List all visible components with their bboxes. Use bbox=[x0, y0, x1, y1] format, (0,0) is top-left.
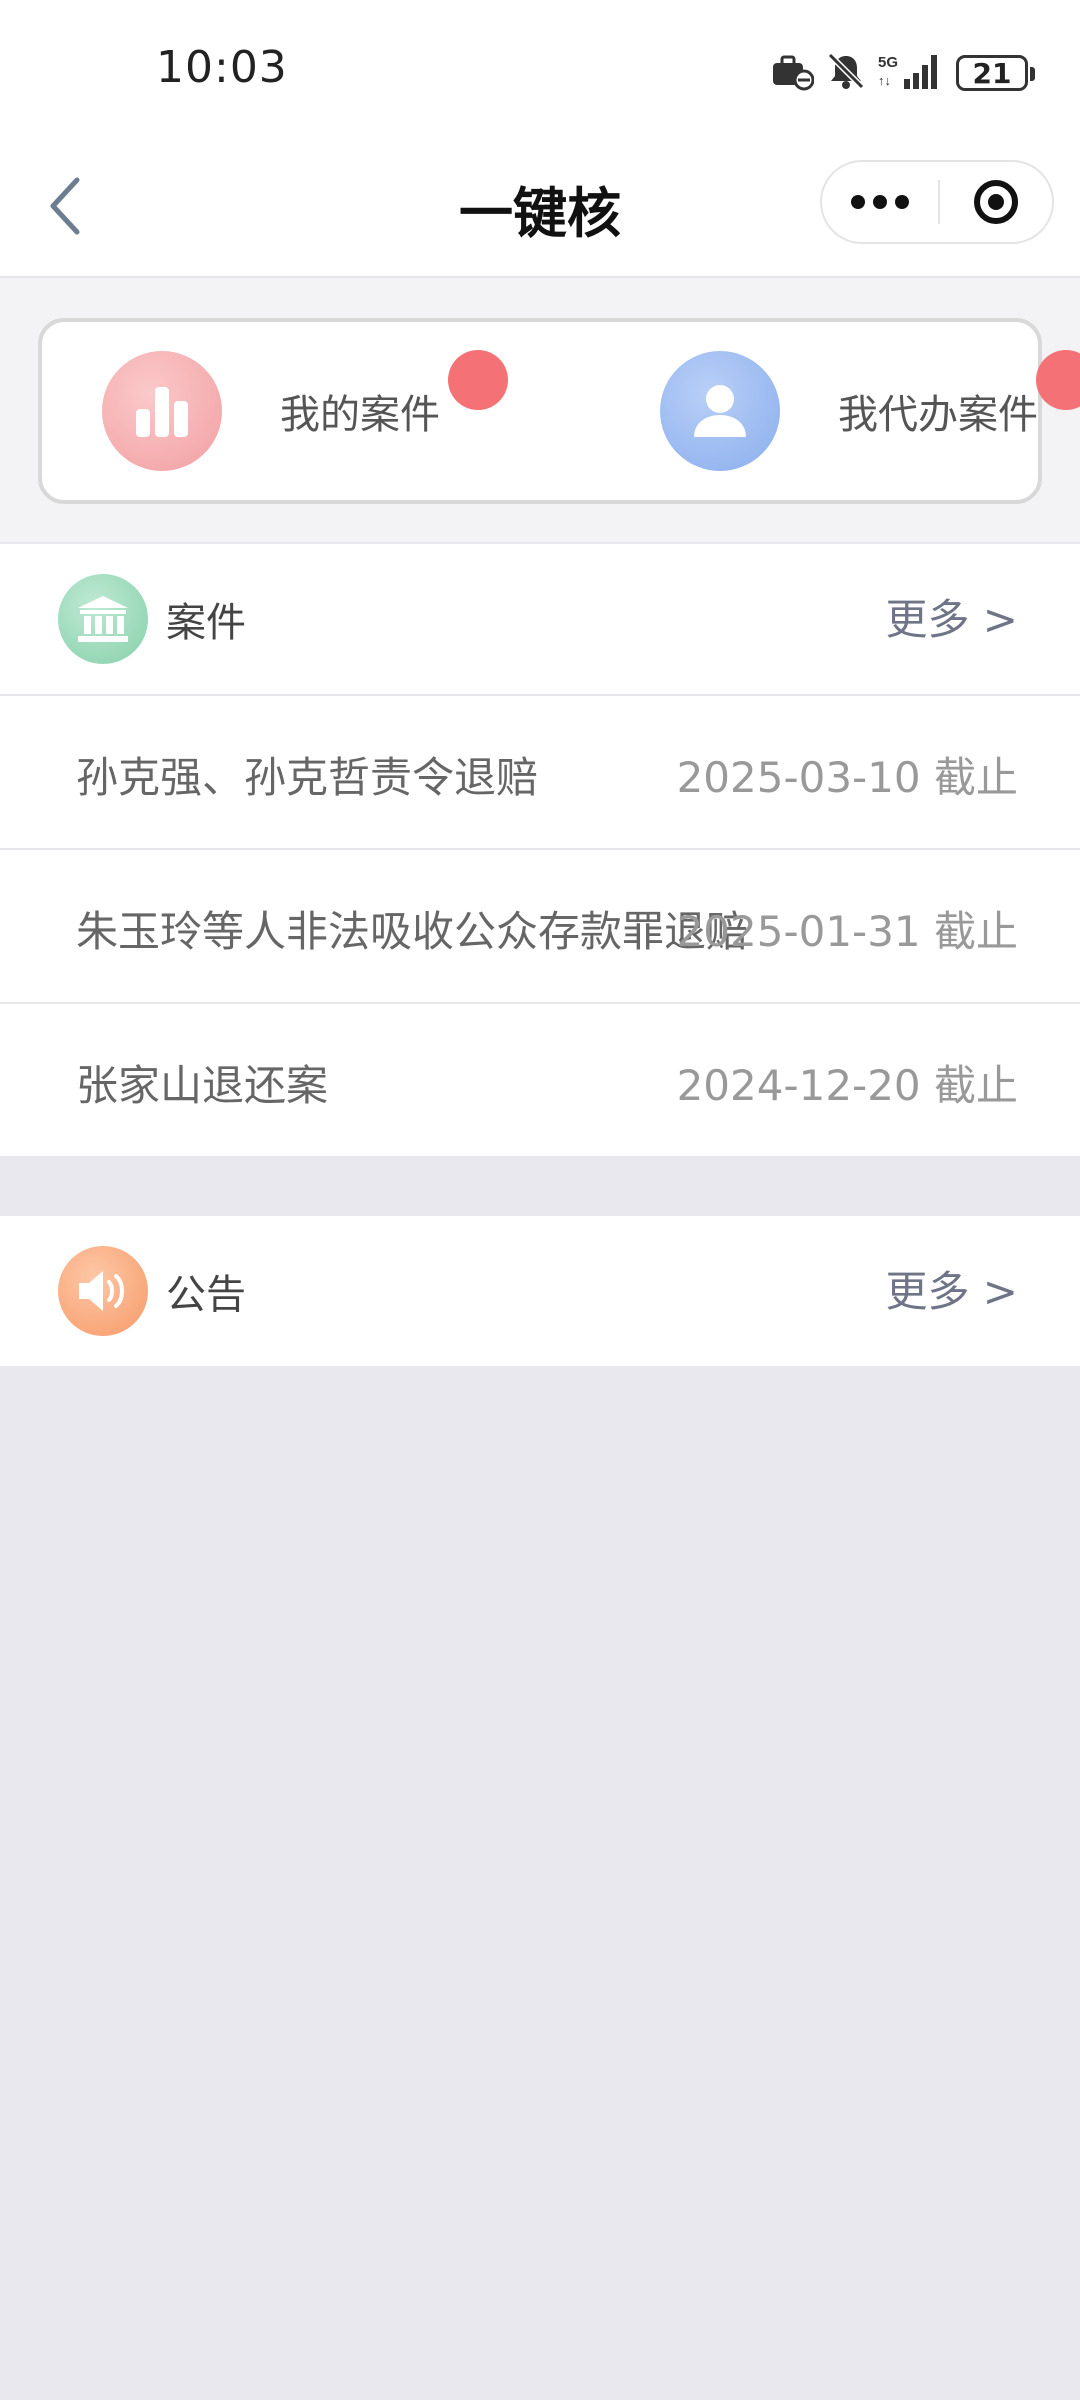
proxy-cases-label: 我代办案件 bbox=[838, 392, 1038, 438]
cases-more-link[interactable]: 更多 > bbox=[885, 586, 1018, 647]
target-icon bbox=[974, 180, 1018, 224]
case-row[interactable]: 张家山退还案 2024-12-20 截止 bbox=[0, 1004, 1080, 1156]
case-row[interactable]: 朱玉玲等人非法吸收公众存款罪退赔 2025-01-31 截止 bbox=[0, 850, 1080, 1004]
svg-text:↑↓: ↑↓ bbox=[878, 73, 891, 88]
notices-title: 公告 bbox=[166, 1272, 246, 1318]
signal-5g-icon: 5G ↑↓ bbox=[878, 51, 944, 95]
case-deadline: 2024-12-20 截止 bbox=[676, 1061, 1018, 1110]
mini-program-capsule bbox=[820, 160, 1054, 244]
case-title: 朱玉玲等人非法吸收公众存款罪退赔 bbox=[76, 907, 749, 956]
status-bar: 10:03 5G ↑↓ 21 bbox=[0, 0, 1080, 140]
cases-section: 案件 更多 > 孙克强、孙克哲责令退赔 2025-03-10 截止 朱玉玲等人非… bbox=[0, 544, 1080, 1156]
notices-section: 公告 更多 > bbox=[0, 1216, 1080, 1366]
bar-chart-icon bbox=[102, 351, 222, 471]
case-row[interactable]: 孙克强、孙克哲责令退赔 2025-03-10 截止 bbox=[0, 696, 1080, 850]
back-chevron-icon bbox=[45, 174, 85, 242]
my-cases-label: 我的案件 bbox=[280, 392, 440, 438]
case-title: 孙克强、孙克哲责令退赔 bbox=[76, 753, 539, 802]
status-icons: 5G ↑↓ 21 bbox=[770, 48, 1035, 98]
bank-icon bbox=[58, 574, 148, 664]
speaker-icon bbox=[58, 1246, 148, 1336]
nav-bar: 一键核 bbox=[0, 140, 1080, 278]
case-deadline: 2025-01-31 截止 bbox=[676, 907, 1018, 956]
cases-header: 案件 更多 > bbox=[0, 544, 1080, 696]
bell-muted-icon bbox=[826, 51, 866, 95]
back-button[interactable] bbox=[30, 170, 100, 246]
proxy-cases-entry[interactable]: 我代办案件 bbox=[660, 322, 1038, 500]
person-icon bbox=[660, 351, 780, 471]
notices-header: 公告 更多 > bbox=[0, 1216, 1080, 1366]
close-mini-program-button[interactable] bbox=[940, 162, 1052, 242]
status-time: 10:03 bbox=[156, 42, 288, 93]
quick-entry-area: 我的案件 我代办案件 bbox=[0, 278, 1080, 542]
quick-entry-card: 我的案件 我代办案件 bbox=[38, 318, 1080, 504]
case-deadline: 2025-03-10 截止 bbox=[676, 753, 1018, 802]
case-title: 张家山退还案 bbox=[76, 1061, 329, 1110]
proxy-cases-badge bbox=[1036, 350, 1080, 410]
notices-more-link[interactable]: 更多 > bbox=[885, 1258, 1018, 1319]
cases-title: 案件 bbox=[166, 600, 246, 646]
svg-text:5G: 5G bbox=[878, 54, 898, 71]
more-button[interactable] bbox=[822, 162, 938, 242]
more-dots-icon bbox=[851, 195, 865, 209]
briefcase-icon bbox=[770, 51, 815, 95]
my-cases-entry[interactable]: 我的案件 bbox=[102, 322, 440, 500]
my-cases-badge bbox=[448, 350, 508, 410]
battery-icon: 21 bbox=[956, 55, 1035, 91]
